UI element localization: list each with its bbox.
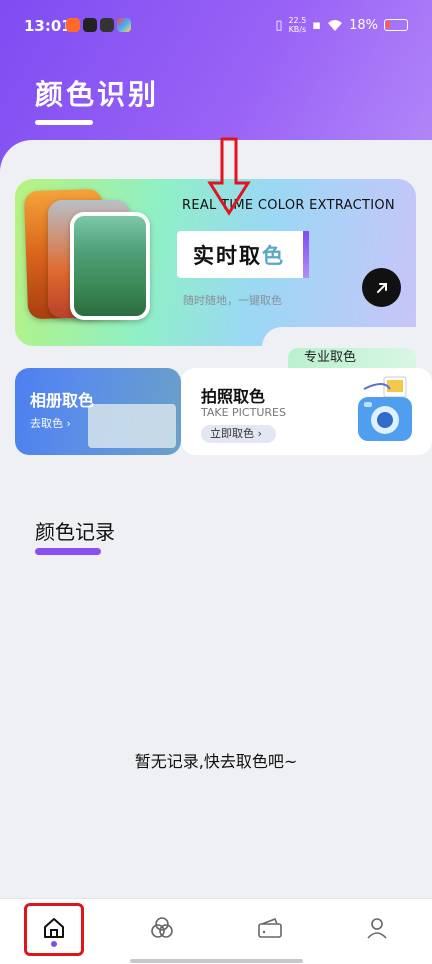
app-notification-icon bbox=[117, 18, 131, 32]
page-title: 颜色识别 bbox=[35, 78, 160, 111]
notification-icons bbox=[66, 18, 131, 32]
camera-card-title: 拍照取色 bbox=[201, 387, 266, 406]
hero-tag-label: 实时取 bbox=[193, 243, 262, 268]
records-title: 颜色记录 bbox=[35, 520, 115, 544]
hero-tag-bar bbox=[303, 231, 309, 278]
battery-percent: 18% bbox=[349, 17, 378, 33]
camera-card-english: TAKE PICTURES bbox=[201, 406, 286, 419]
profile-icon bbox=[367, 918, 387, 939]
color-circles-icon bbox=[151, 917, 173, 938]
status-right: ▯ 22.5 KB/s ▪ 18% bbox=[275, 16, 408, 34]
camera-go-button[interactable]: 立即取色 › bbox=[201, 425, 276, 443]
hero-subtitle: 随时随地，一键取色 bbox=[183, 294, 282, 307]
pro-section-label: 专业取色 bbox=[288, 348, 416, 368]
status-bar: 13:01 ▯ 22.5 KB/s ▪ 18% bbox=[0, 0, 432, 52]
net-speed-value: 22.5 bbox=[288, 16, 307, 25]
album-go-button[interactable]: 去取色 › bbox=[30, 415, 71, 431]
hero-tag: 实时取色 bbox=[177, 231, 308, 278]
landscape-photo-thumbnail bbox=[70, 212, 150, 320]
app-notification-icon bbox=[100, 18, 114, 32]
album-card-title: 相册取色 bbox=[30, 391, 95, 410]
status-time: 13:01 bbox=[24, 17, 72, 35]
app-notification-icon bbox=[66, 18, 80, 32]
tab-wallet[interactable] bbox=[242, 907, 298, 949]
app-notification-icon bbox=[83, 18, 97, 32]
album-preview-image bbox=[88, 404, 176, 448]
gesture-bar[interactable] bbox=[130, 959, 303, 963]
camera-icon bbox=[358, 376, 412, 441]
wallet-icon bbox=[258, 917, 282, 938]
title-underline bbox=[35, 120, 93, 125]
battery-icon bbox=[384, 19, 408, 31]
hero-go-button[interactable] bbox=[362, 268, 401, 307]
red-arrow-annotation-icon bbox=[207, 137, 251, 216]
empty-records-message: 暂无记录,快去取色吧~ bbox=[134, 752, 298, 771]
net-speed: 22.5 KB/s bbox=[288, 16, 306, 34]
records-underline bbox=[35, 548, 101, 555]
tab-profile[interactable] bbox=[349, 907, 405, 949]
hero-tag-accent: 色 bbox=[262, 243, 285, 268]
net-speed-unit: KB/s bbox=[288, 25, 307, 34]
wifi-icon bbox=[328, 19, 343, 31]
vibrate-icon: ▯ bbox=[275, 17, 283, 33]
red-highlight-box bbox=[24, 903, 84, 956]
tab-colors[interactable] bbox=[134, 907, 190, 949]
arrow-up-right-icon bbox=[376, 282, 387, 293]
sim-icon: ▪ bbox=[312, 17, 322, 33]
